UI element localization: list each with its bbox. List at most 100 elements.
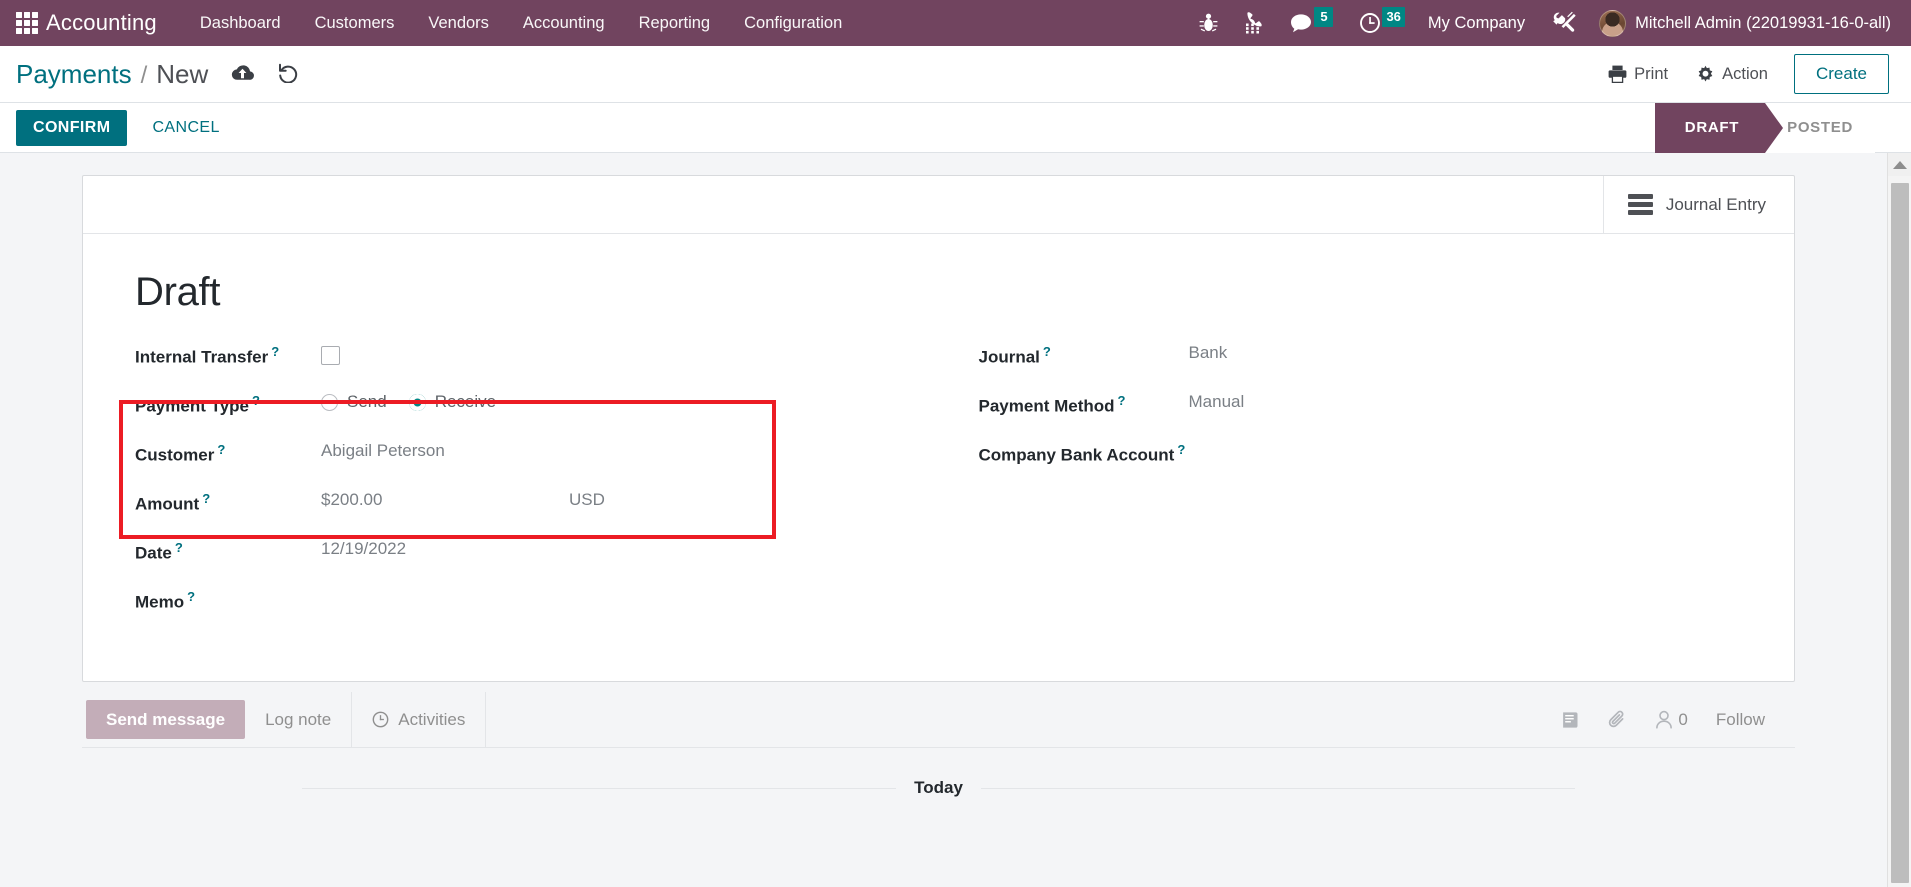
- printer-icon: [1608, 65, 1627, 83]
- activities-badge: 36: [1382, 7, 1405, 27]
- bars-icon: [1627, 194, 1653, 215]
- help-icon[interactable]: ?: [1043, 344, 1051, 359]
- radio-send-dot[interactable]: [321, 393, 338, 411]
- form-body: Draft Internal Transfer? Payment Type? S…: [83, 234, 1794, 681]
- breadcrumb-current: New: [156, 58, 209, 89]
- field-customer: Customer? Abigail Peterson: [135, 439, 939, 488]
- smart-button-box: Journal Entry: [83, 176, 1794, 234]
- date-input[interactable]: 12/19/2022: [321, 537, 939, 559]
- menu-item-dashboard[interactable]: Dashboard: [183, 1, 298, 46]
- cloud-upload-icon[interactable]: [230, 64, 255, 83]
- internal-transfer-checkbox[interactable]: [321, 346, 340, 365]
- field-payment-method: Payment Method? Manual: [979, 390, 1743, 439]
- messages-icon[interactable]: 5: [1277, 0, 1346, 46]
- status-pipeline: Draft Posted: [1654, 102, 1911, 153]
- vertical-scrollbar[interactable]: [1887, 153, 1911, 887]
- help-icon[interactable]: ?: [202, 491, 210, 506]
- company-switcher[interactable]: My Company: [1418, 14, 1539, 33]
- content-area: Journal Entry Draft Internal Transfer? P…: [0, 153, 1911, 887]
- customer-input[interactable]: Abigail Peterson: [321, 439, 939, 461]
- field-label-internal-transfer: Internal Transfer?: [135, 344, 280, 367]
- chatter: Send message Log note Activities 0 Follo…: [0, 682, 1911, 798]
- breadcrumb-parent[interactable]: Payments: [16, 59, 132, 90]
- menu-item-reporting[interactable]: Reporting: [622, 1, 728, 46]
- log-note-button[interactable]: Log note: [245, 692, 351, 747]
- scroll-up-arrow-icon[interactable]: [1888, 153, 1911, 176]
- apps-grid-icon[interactable]: [14, 10, 40, 36]
- help-icon[interactable]: ?: [271, 344, 279, 359]
- radio-send-label: Send: [347, 392, 387, 411]
- action-button[interactable]: Action: [1682, 58, 1782, 91]
- field-date: Date? 12/19/2022: [135, 537, 939, 586]
- followers-user-icon: [1656, 710, 1673, 729]
- journal-input[interactable]: Bank: [1189, 341, 1743, 363]
- memo-input[interactable]: [321, 586, 939, 588]
- avatar: [1599, 9, 1627, 37]
- help-icon[interactable]: ?: [217, 442, 225, 457]
- help-icon[interactable]: ?: [252, 393, 260, 408]
- paperclip-icon[interactable]: [1594, 710, 1641, 730]
- gear-icon: [1698, 65, 1713, 82]
- confirm-button[interactable]: Confirm: [16, 109, 128, 146]
- field-memo: Memo?: [135, 586, 939, 635]
- user-menu[interactable]: Mitchell Admin (22019931-16-0-all): [1589, 9, 1899, 37]
- form-column-right: Journal? Bank Payment Method? Manual Com…: [939, 341, 1743, 635]
- log-book-icon[interactable]: [1547, 711, 1594, 729]
- field-payment-type: Payment Type? Send Receive: [135, 390, 939, 439]
- scrollbar-thumb[interactable]: [1891, 183, 1909, 883]
- form-column-left: Internal Transfer? Payment Type? Send Re…: [135, 341, 939, 635]
- user-name: Mitchell Admin (22019931-16-0-all): [1635, 13, 1891, 32]
- create-button[interactable]: Create: [1793, 54, 1889, 94]
- field-label-amount: Amount?: [135, 491, 211, 514]
- help-icon[interactable]: ?: [1118, 393, 1126, 408]
- undo-icon[interactable]: [277, 63, 299, 83]
- cancel-button[interactable]: Cancel: [136, 110, 235, 146]
- main-menu: Dashboard Customers Vendors Accounting R…: [183, 1, 859, 46]
- field-label-payment-type: Payment Type?: [135, 393, 260, 416]
- print-button[interactable]: Print: [1594, 58, 1682, 91]
- record-action-bar: Confirm Cancel Draft Posted: [0, 102, 1911, 153]
- activities-button[interactable]: Activities: [351, 692, 487, 747]
- radio-receive-label: Receive: [434, 392, 497, 411]
- breadcrumb-separator: /: [140, 61, 148, 89]
- field-journal: Journal? Bank: [979, 341, 1743, 390]
- company-bank-account-input[interactable]: [1189, 439, 1743, 441]
- help-icon[interactable]: ?: [187, 589, 195, 604]
- action-label: Action: [1722, 64, 1768, 83]
- dialpad-icon[interactable]: [1231, 0, 1277, 46]
- payment-method-input[interactable]: Manual: [1189, 390, 1743, 412]
- send-message-button[interactable]: Send message: [86, 700, 246, 739]
- separator-line-left: [302, 787, 897, 789]
- menu-item-accounting[interactable]: Accounting: [506, 1, 622, 46]
- payment-type-radio-group: Send Receive: [321, 392, 939, 412]
- page-title: Draft: [135, 270, 221, 314]
- breadcrumb: Payments / New: [16, 59, 299, 90]
- field-internal-transfer: Internal Transfer?: [135, 341, 939, 390]
- field-label-memo: Memo?: [135, 589, 196, 612]
- help-icon[interactable]: ?: [1177, 442, 1185, 457]
- status-stage-draft[interactable]: Draft: [1654, 102, 1784, 153]
- follow-button[interactable]: Follow: [1702, 710, 1779, 730]
- today-separator: Today: [82, 748, 1795, 798]
- menu-item-customers[interactable]: Customers: [298, 1, 412, 46]
- activities-clock-icon[interactable]: 36: [1346, 0, 1417, 46]
- amount-input[interactable]: $200.00: [321, 490, 569, 510]
- currency-label[interactable]: USD: [569, 490, 605, 510]
- top-navbar: Accounting Dashboard Customers Vendors A…: [0, 0, 1911, 46]
- app-brand-name[interactable]: Accounting: [46, 10, 157, 36]
- control-panel-actions: Print Action Create: [1594, 54, 1889, 94]
- tools-icon[interactable]: [1539, 0, 1589, 46]
- today-label: Today: [914, 778, 963, 797]
- activities-label: Activities: [398, 709, 466, 729]
- menu-item-vendors[interactable]: Vendors: [411, 1, 506, 46]
- journal-entry-smart-button[interactable]: Journal Entry: [1602, 176, 1794, 233]
- control-panel: Payments / New Print Action Create: [0, 46, 1911, 103]
- bug-icon[interactable]: [1186, 0, 1231, 46]
- payment-type-option-send[interactable]: Send: [321, 392, 387, 412]
- followers-counter[interactable]: 0: [1641, 710, 1701, 730]
- radio-receive-dot[interactable]: [408, 393, 426, 411]
- payment-type-option-receive[interactable]: Receive: [408, 392, 497, 412]
- field-label-journal: Journal?: [978, 344, 1051, 367]
- menu-item-configuration[interactable]: Configuration: [727, 1, 859, 46]
- help-icon[interactable]: ?: [175, 540, 183, 555]
